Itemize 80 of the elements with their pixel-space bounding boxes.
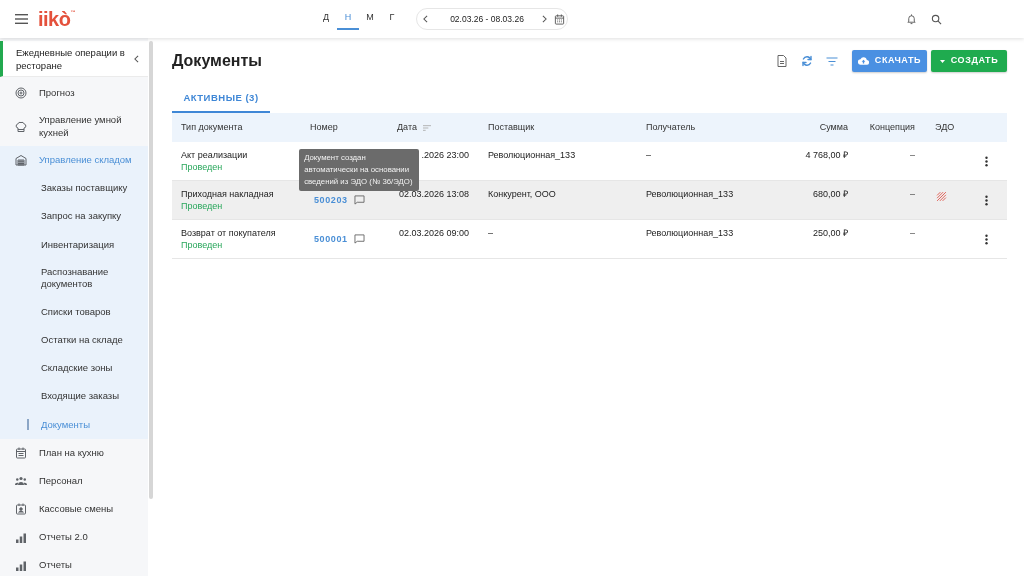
date-text: 02.03.2026 13:08 xyxy=(398,188,469,200)
sidebar-item[interactable]: Отчеты 2.0 xyxy=(0,523,148,552)
recipient-text: Революционная_133 xyxy=(646,227,734,239)
search-icon[interactable] xyxy=(931,13,942,25)
column-header[interactable]: Концепция xyxy=(869,120,915,135)
chef-hat-icon xyxy=(15,120,27,133)
target-icon xyxy=(15,87,27,100)
bar-chart-icon xyxy=(15,531,27,544)
bar-chart-icon xyxy=(15,559,27,572)
more-icon[interactable] xyxy=(985,194,988,206)
comment-icon[interactable] xyxy=(353,234,365,244)
period-tab[interactable]: М xyxy=(359,8,381,30)
sidebar-item[interactable]: План на кухню xyxy=(0,438,148,468)
amount-text: 4 768,00 ₽ xyxy=(805,149,848,161)
column-header[interactable]: Сумма xyxy=(819,120,848,135)
period-tab[interactable]: Д xyxy=(315,8,337,30)
comment-icon[interactable] xyxy=(353,195,365,205)
column-header[interactable]: ЭДО xyxy=(935,120,955,135)
recipient-text: – xyxy=(646,149,651,161)
document-icon[interactable] xyxy=(777,55,787,67)
column-header[interactable]: Дата xyxy=(397,120,431,135)
sidebar-subitem[interactable]: Распознавание документов xyxy=(0,258,148,298)
calendar-person-icon xyxy=(15,503,27,516)
caret-icon xyxy=(939,59,945,63)
sidebar-subitem[interactable]: Складские зоны xyxy=(0,354,148,383)
period-tab[interactable]: Н xyxy=(337,8,359,30)
scrollbar[interactable] xyxy=(149,41,153,499)
calendar-icon[interactable] xyxy=(554,13,565,25)
document-type: Акт реализации xyxy=(181,149,248,161)
sidebar-item[interactable]: Персонал xyxy=(0,467,148,496)
date-text: 02.03.2026 09:00 xyxy=(398,227,469,239)
date-range-text: 02.03.26 - 08.03.26 xyxy=(449,12,525,26)
cloud-upload-icon xyxy=(857,57,869,65)
sidebar-item[interactable]: Кассовые смены xyxy=(0,495,148,524)
sidebar-subitem[interactable]: Заказы поставщику xyxy=(0,174,148,203)
collapse-icon[interactable] xyxy=(134,54,139,63)
chevron-right-icon[interactable] xyxy=(542,15,547,23)
status-text: Проведен xyxy=(181,161,223,173)
supplier-text: Конкурент, ООО xyxy=(488,188,556,200)
sidebar-subitem[interactable]: Запрос на закупку xyxy=(0,202,148,231)
people-icon xyxy=(15,475,27,488)
recipient-text: Революционная_133 xyxy=(646,188,734,200)
more-icon[interactable] xyxy=(985,155,988,167)
supplier-text: – xyxy=(488,227,493,239)
filter-icon[interactable] xyxy=(826,56,838,66)
document-number-link[interactable]: 500001 xyxy=(314,233,348,245)
sidebar-subitem[interactable]: Инвентаризация xyxy=(0,230,148,259)
calendar-list-icon xyxy=(15,446,27,459)
sidebar-item[interactable]: Прогноз xyxy=(0,79,148,108)
page-title: Документы xyxy=(172,53,262,69)
column-header[interactable]: Номер xyxy=(310,120,338,135)
refresh-icon[interactable] xyxy=(801,55,813,67)
column-header[interactable]: Получатель xyxy=(646,120,696,135)
sidebar-subitem[interactable]: Списки товаров xyxy=(0,297,148,327)
column-header[interactable]: Тип документа xyxy=(181,120,243,135)
document-type: Возврат от покупателя xyxy=(181,227,276,239)
warehouse-icon xyxy=(15,154,27,167)
concept-text: – xyxy=(910,188,915,200)
chevron-left-icon[interactable] xyxy=(423,15,428,23)
supplier-text: Революционная_133 xyxy=(488,149,576,161)
amount-text: 250,00 ₽ xyxy=(812,227,848,239)
more-icon[interactable] xyxy=(985,233,988,245)
sort-icon xyxy=(422,124,431,131)
status-text: Проведен xyxy=(181,239,223,251)
date-text: .2026 23:00 xyxy=(421,149,469,161)
sidebar-subitem[interactable]: Остатки на складе xyxy=(0,326,148,355)
status-text: Проведен xyxy=(181,200,223,212)
bell-icon[interactable] xyxy=(906,13,917,25)
period-tab[interactable]: Г xyxy=(381,8,403,30)
amount-text: 680,00 ₽ xyxy=(812,188,848,200)
document-type: Приходная накладная xyxy=(181,188,274,200)
active-indicator xyxy=(27,419,29,431)
concept-text: – xyxy=(910,227,915,239)
sidebar-subitem[interactable]: Входящие заказы xyxy=(0,382,148,411)
column-header[interactable]: Поставщик xyxy=(488,120,535,135)
sidebar-title: Ежедневные операции в ресторане xyxy=(16,45,126,72)
sidebar-item[interactable]: Управление умной кухней xyxy=(0,107,148,147)
sidebar-item[interactable]: Отчеты xyxy=(0,551,148,576)
concept-text: – xyxy=(910,149,915,161)
menu-icon[interactable] xyxy=(15,14,28,24)
